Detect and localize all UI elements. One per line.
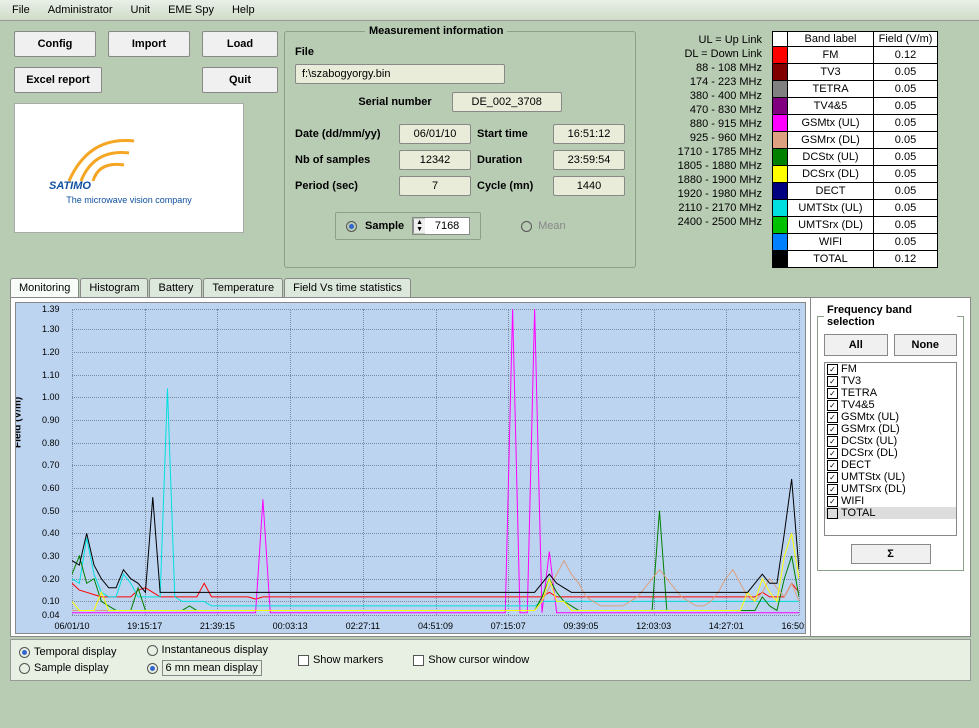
list-item[interactable]: ✓TV4&5 — [825, 399, 956, 411]
import-button[interactable]: Import — [108, 31, 190, 57]
dur-label: Duration — [477, 154, 547, 166]
table-row: TETRA0.05 — [773, 81, 938, 98]
table-row: GSMrx (DL)0.05 — [773, 132, 938, 149]
mean-radio[interactable] — [521, 221, 532, 232]
tabs: Monitoring Histogram Battery Temperature… — [10, 278, 979, 297]
y-axis-label: Field (V/m) — [15, 397, 24, 448]
config-button[interactable]: Config — [14, 31, 96, 57]
tab-battery[interactable]: Battery — [149, 278, 202, 297]
list-item[interactable]: ✓DCStx (UL) — [825, 435, 956, 447]
list-item[interactable]: ✓GSMrx (DL) — [825, 423, 956, 435]
date-field: 06/01/10 — [399, 124, 471, 144]
freq-band-selection: Frequency band selection All None ✓FM✓TV… — [817, 304, 964, 571]
measurement-title: Measurement information — [365, 25, 507, 37]
sample-spinner[interactable]: ▲▼ 7168 — [412, 217, 470, 235]
instant-radio[interactable] — [147, 645, 158, 656]
load-button[interactable]: Load — [202, 31, 278, 57]
menu-help[interactable]: Help — [224, 2, 263, 18]
list-item[interactable]: ✓WIFI — [825, 495, 956, 507]
table-row: DCSrx (DL)0.05 — [773, 166, 938, 183]
chart[interactable]: Field (V/m) 0.040.100.200.300.400.500.60… — [15, 302, 806, 634]
table-row: DECT0.05 — [773, 183, 938, 200]
plot-area: Field (V/m) 0.040.100.200.300.400.500.60… — [10, 297, 971, 637]
start-field: 16:51:12 — [553, 124, 625, 144]
menu-eme-spy[interactable]: EME Spy — [160, 2, 222, 18]
tab-temperature[interactable]: Temperature — [203, 278, 283, 297]
serial-field: DE_002_3708 — [452, 92, 562, 112]
display-options: Temporal display Sample display Instanta… — [10, 639, 971, 681]
list-item[interactable]: ✓UMTSrx (DL) — [825, 483, 956, 495]
nb-label: Nb of samples — [295, 154, 393, 166]
cyc-field: 1440 — [553, 176, 625, 196]
sample-radio[interactable] — [346, 221, 357, 232]
table-row: TOTAL0.12 — [773, 251, 938, 268]
list-item[interactable]: ✓DCSrx (DL) — [825, 447, 956, 459]
menu-unit[interactable]: Unit — [123, 2, 159, 18]
per-field: 7 — [399, 176, 471, 196]
logo-tagline: The microwave vision company — [66, 195, 192, 205]
table-row: GSMtx (UL)0.05 — [773, 115, 938, 132]
logo: SATIMO The microwave vision company — [14, 103, 244, 233]
list-item[interactable]: ✓TV3 — [825, 375, 956, 387]
serial-label: Serial number — [358, 96, 431, 108]
all-button[interactable]: All — [824, 334, 888, 356]
tab-histogram[interactable]: Histogram — [80, 278, 148, 297]
show-cursor-check[interactable] — [413, 655, 424, 666]
sample-label: Sample — [365, 220, 404, 232]
band-table: Band labelField (V/m) FM0.12TV30.05TETRA… — [772, 31, 938, 268]
table-row: UMTStx (UL)0.05 — [773, 200, 938, 217]
mean-label: Mean — [538, 220, 566, 232]
start-label: Start time — [477, 128, 547, 140]
file-field[interactable]: f:\szabogyorgy.bin — [295, 64, 505, 84]
per-label: Period (sec) — [295, 180, 393, 192]
table-row: UMTSrx (DL)0.05 — [773, 217, 938, 234]
cyc-label: Cycle (mn) — [477, 180, 547, 192]
table-row: WIFI0.05 — [773, 234, 938, 251]
band-checklist[interactable]: ✓FM✓TV3✓TETRA✓TV4&5✓GSMtx (UL)✓GSMrx (DL… — [824, 362, 957, 536]
svg-text:SATIMO: SATIMO — [49, 180, 91, 192]
table-row: FM0.12 — [773, 47, 938, 64]
none-button[interactable]: None — [894, 334, 958, 356]
date-label: Date (dd/mm/yy) — [295, 128, 393, 140]
list-item[interactable]: TOTAL — [825, 507, 956, 519]
list-item[interactable]: ✓UMTStx (UL) — [825, 471, 956, 483]
table-row: TV4&50.05 — [773, 98, 938, 115]
tab-field-vs-time[interactable]: Field Vs time statistics — [284, 278, 411, 297]
quit-button[interactable]: Quit — [202, 67, 278, 93]
temporal-radio[interactable] — [19, 647, 30, 658]
list-item[interactable]: ✓DECT — [825, 459, 956, 471]
dur-field: 23:59:54 — [553, 150, 625, 170]
sixmn-radio[interactable] — [147, 663, 158, 674]
menu-bar: File Administrator Unit EME Spy Help — [0, 0, 979, 21]
list-item[interactable]: ✓FM — [825, 363, 956, 375]
list-item[interactable]: ✓GSMtx (UL) — [825, 411, 956, 423]
sigma-button[interactable]: Σ — [851, 544, 931, 564]
measurement-panel: Measurement information File f:\szabogyo… — [284, 31, 636, 268]
tab-monitoring[interactable]: Monitoring — [10, 278, 79, 297]
file-label: File — [295, 46, 407, 58]
menu-administrator[interactable]: Administrator — [40, 2, 121, 18]
table-row: DCStx (UL)0.05 — [773, 149, 938, 166]
menu-file[interactable]: File — [4, 2, 38, 18]
table-row: TV30.05 — [773, 64, 938, 81]
list-item[interactable]: ✓TETRA — [825, 387, 956, 399]
show-markers-check[interactable] — [298, 655, 309, 666]
nb-field: 12342 — [399, 150, 471, 170]
excel-report-button[interactable]: Excel report — [14, 67, 102, 93]
sample-display-radio[interactable] — [19, 663, 30, 674]
freq-ranges: UL = Up Link DL = Down Link 88 - 108 MHz… — [642, 31, 766, 268]
